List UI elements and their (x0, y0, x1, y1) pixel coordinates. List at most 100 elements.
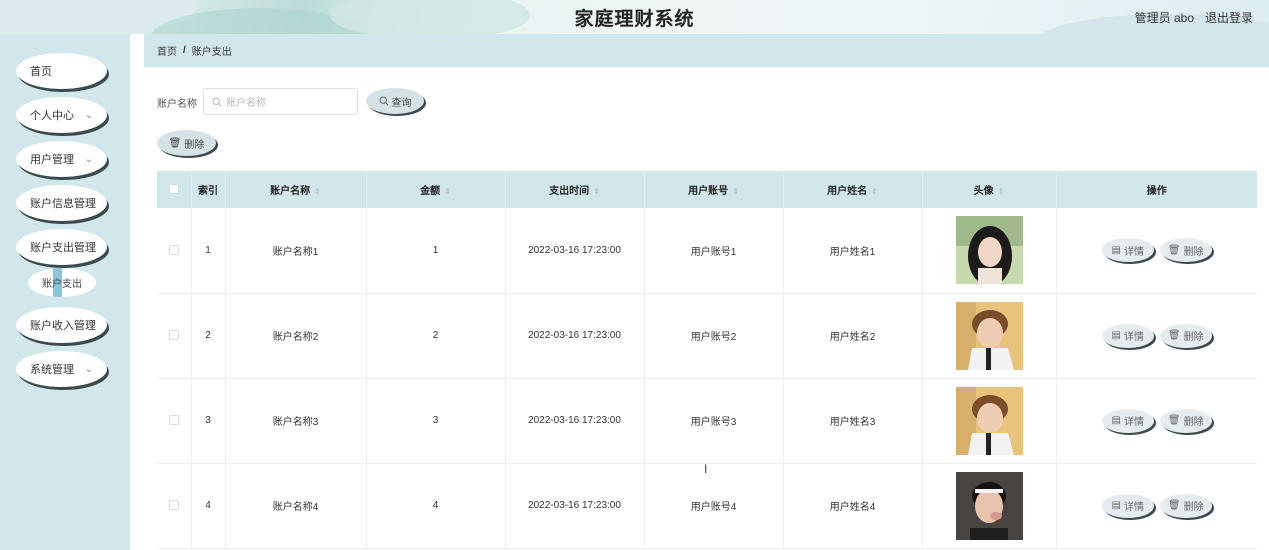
breadcrumb-home[interactable]: 首页 (157, 43, 177, 58)
table-row: 3 账户名称3 3 2022-03-16 17:23:00 用户账号3 用户姓名3 ▤ 详情 🗑… (157, 378, 1257, 464)
detail-button-label: 详情 (1123, 246, 1144, 258)
delete-button[interactable]: 🗑 删除 (1159, 408, 1212, 433)
breadcrumb-separator: / (183, 45, 186, 56)
trash-icon: 🗑 (168, 137, 182, 149)
sidebar-item-label: 首页 (30, 66, 52, 78)
sidebar-subitem-account-expense[interactable]: 账户支出 (28, 268, 96, 297)
sort-icon[interactable]: ⇕ (593, 187, 600, 196)
column-header-label: 索引 (198, 186, 218, 197)
cell-user-name: 用户姓名2 (783, 293, 923, 379)
cell-avatar (922, 378, 1057, 464)
cell-account-name: 账户名称4 (225, 463, 367, 549)
cell-index: 4 (191, 463, 226, 549)
cell-avatar (922, 208, 1057, 294)
breadcrumb-current: 账户支出 (191, 47, 232, 58)
detail-button[interactable]: ▤ 详情 (1101, 323, 1154, 348)
sort-icon[interactable]: ⇕ (444, 187, 451, 196)
sort-icon[interactable]: ⇕ (314, 187, 321, 196)
column-header-avatar[interactable]: 头像 ⇕ (922, 171, 1057, 208)
sidebar-item-home[interactable]: 首页 (16, 53, 107, 89)
delete-button-label: 删除 (1183, 417, 1204, 428)
avatar (955, 386, 1023, 455)
cell-index: 3 (191, 378, 226, 464)
cell-actions: ▤ 详情 🗑 删除 (1056, 208, 1257, 294)
avatar (955, 471, 1023, 540)
detail-button[interactable]: ▤ 详情 (1101, 238, 1154, 263)
document-icon: ▤ (1111, 330, 1121, 341)
cell-user-account: 用户账号4 (644, 463, 784, 549)
cell-amount: 3 (366, 378, 506, 464)
column-header-account-name[interactable]: 账户名称 ⇕ (225, 171, 367, 208)
sort-icon[interactable]: ⇕ (998, 187, 1005, 196)
logout-link[interactable]: 退出登录 (1205, 9, 1253, 26)
select-all-checkbox[interactable] (168, 184, 179, 195)
sidebar-item-user-management[interactable]: 用户管理 ⌄ (16, 141, 107, 177)
sidebar-item-personal-center[interactable]: 个人中心 ⌄ (16, 97, 107, 133)
delete-button[interactable]: 🗑 删除 (1159, 238, 1212, 263)
search-icon (212, 96, 222, 107)
query-button[interactable]: 查询 (366, 88, 424, 114)
cell-avatar (922, 293, 1057, 379)
cell-avatar (922, 463, 1057, 549)
sidebar-item-label: 账户收入管理 (30, 320, 96, 332)
expense-table: 索引 账户名称 ⇕ 金额 ⇕ 支出时间 ⇕ 用户账号 ⇕ 用户姓名 ⇕ 头像 ⇕ 操作 1账… (157, 171, 1257, 549)
sort-icon[interactable]: ⇕ (871, 187, 878, 196)
detail-button[interactable]: ▤ 详情 (1101, 408, 1154, 433)
column-header-label: 账户名称 (270, 186, 311, 197)
row-checkbox[interactable] (168, 245, 179, 256)
trash-icon: 🗑 (1167, 415, 1181, 426)
avatar (955, 216, 1023, 285)
table-row: 1 账户名称1 1 2022-03-16 17:23:00 用户账号1 用户姓名1 ▤ 详情 🗑… (157, 208, 1257, 294)
delete-button-label: 删除 (1183, 502, 1204, 513)
select-all-cell[interactable] (157, 171, 192, 208)
column-header-user-account[interactable]: 用户账号 ⇕ (644, 171, 784, 208)
cell-account-name: 账户名称1 (225, 208, 367, 294)
sidebar-item-label: 账户信息管理 (30, 198, 96, 210)
batch-delete-label: 删除 (184, 139, 205, 151)
row-checkbox[interactable] (168, 330, 179, 341)
sidebar-item-system-management[interactable]: 系统管理 ⌄ (16, 351, 107, 387)
column-header-time[interactable]: 支出时间 ⇕ (505, 171, 645, 208)
sidebar-item-account-income-management[interactable]: 账户收入管理 (16, 307, 107, 343)
chevron-down-icon: ⌄ (84, 109, 94, 121)
avatar (955, 301, 1023, 370)
cell-time: 2022-03-16 17:23:00 (505, 293, 645, 379)
cell-user-name: 用户姓名1 (783, 208, 923, 294)
row-checkbox[interactable] (168, 415, 179, 426)
current-user-label: 管理员 abo (1134, 11, 1194, 25)
row-checkbox[interactable] (168, 500, 179, 511)
row-select-cell[interactable] (157, 378, 192, 464)
search-placeholder: 账户名称 (226, 98, 266, 109)
sidebar-item-account-expense-management[interactable]: 账户支出管理 (16, 229, 107, 265)
cell-account-name: 账户名称3 (225, 378, 367, 464)
sort-icon[interactable]: ⇕ (732, 187, 739, 196)
row-select-cell[interactable] (157, 293, 192, 379)
trash-icon: 🗑 (1167, 330, 1181, 341)
detail-button[interactable]: ▤ 详情 (1101, 493, 1154, 518)
table-row: 2 账户名称2 2 2022-03-16 17:23:00 用户账号2 用户姓名2 ▤ 详情 🗑… (157, 293, 1257, 379)
cell-user-account: 用户账号2 (644, 293, 784, 379)
column-header-amount[interactable]: 金额 ⇕ (366, 171, 506, 208)
cell-actions: ▤ 详情 🗑 删除 (1056, 378, 1257, 464)
search-input[interactable]: 账户名称 (203, 88, 358, 115)
search-label: 账户名称 (157, 99, 197, 110)
batch-delete-button[interactable]: 🗑 删除 (157, 130, 216, 156)
column-header-label: 头像 (973, 186, 994, 197)
cell-amount: 2 (366, 293, 506, 379)
table-header-row: 索引 账户名称 ⇕ 金额 ⇕ 支出时间 ⇕ 用户账号 ⇕ 用户姓名 ⇕ 头像 ⇕ 操作 (157, 171, 1257, 208)
row-select-cell[interactable] (157, 208, 192, 294)
row-select-cell[interactable] (157, 463, 192, 549)
cell-amount: 1 (366, 208, 506, 294)
delete-button[interactable]: 🗑 删除 (1159, 493, 1212, 518)
document-icon: ▤ (1111, 415, 1121, 426)
cell-actions: ▤ 详情 🗑 删除 (1056, 463, 1257, 549)
column-header-label: 用户账号 (688, 186, 729, 197)
column-header-user-name[interactable]: 用户姓名 ⇕ (783, 171, 923, 208)
cell-actions: ▤ 详情 🗑 删除 (1056, 293, 1257, 379)
detail-button-label: 详情 (1123, 502, 1144, 513)
delete-button[interactable]: 🗑 删除 (1159, 323, 1212, 348)
text-cursor-icon: I (704, 462, 708, 476)
document-icon: ▤ (1111, 500, 1121, 511)
sidebar-item-account-info-management[interactable]: 账户信息管理 (16, 185, 107, 221)
trash-icon: 🗑 (1167, 500, 1181, 511)
